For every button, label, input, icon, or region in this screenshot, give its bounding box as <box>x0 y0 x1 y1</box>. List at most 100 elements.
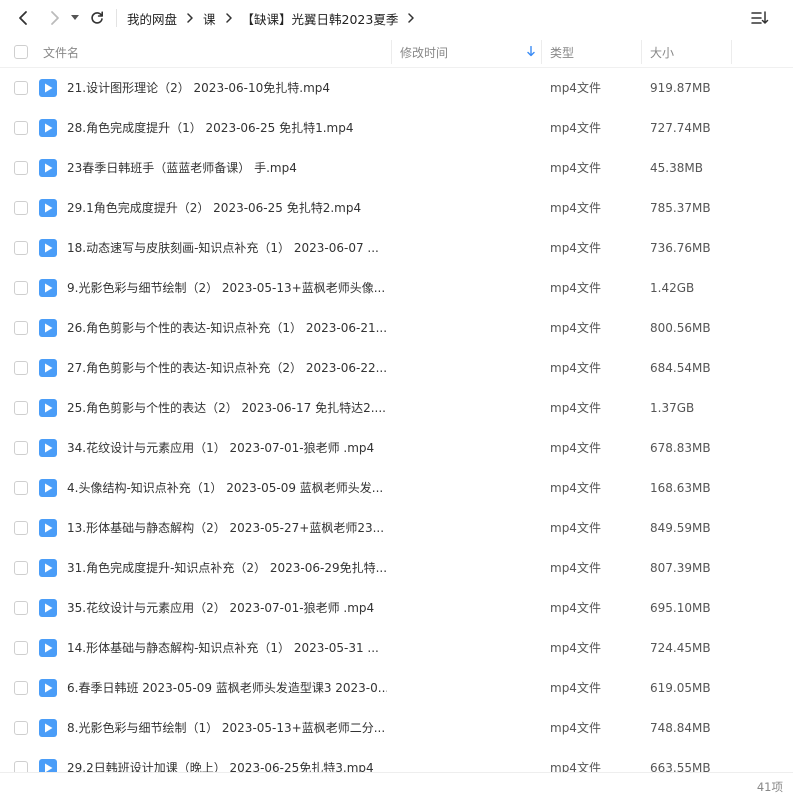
file-row[interactable]: 23春季日韩班手（蓝蓝老师备课） 手.mp4 mp4文件 45.38MB <box>0 148 793 188</box>
forward-button[interactable] <box>44 7 66 29</box>
file-row[interactable]: 13.形体基础与静态解构（2） 2023-05-27+蓝枫老师23... mp4… <box>0 508 793 548</box>
file-name[interactable]: 27.角色剪影与个性的表达-知识点补充（2） 2023-06-22... <box>67 348 387 388</box>
sort-down-arrow-icon <box>527 46 535 57</box>
file-type: mp4文件 <box>550 361 601 375</box>
file-row[interactable]: 9.光影色彩与细节绘制（2） 2023-05-13+蓝枫老师头像... mp4文… <box>0 268 793 308</box>
file-name[interactable]: 13.形体基础与静态解构（2） 2023-05-27+蓝枫老师23... <box>67 508 387 548</box>
file-name[interactable]: 4.头像结构-知识点补充（1） 2023-05-09 蓝枫老师头发... <box>67 468 387 508</box>
column-header-type[interactable]: 类型 <box>550 36 574 68</box>
file-name[interactable]: 21.设计图形理论（2） 2023-06-10免扎特.mp4 <box>67 68 387 108</box>
file-type: mp4文件 <box>550 601 601 615</box>
file-row[interactable]: 18.动态速写与皮肤刻画-知识点补充（1） 2023-06-07 ... mp4… <box>0 228 793 268</box>
breadcrumb-item-root[interactable]: 我的网盘 <box>127 9 177 28</box>
file-type: mp4文件 <box>550 201 601 215</box>
file-name[interactable]: 25.角色剪影与个性的表达（2） 2023-06-17 免扎特达2.... <box>67 388 387 428</box>
status-bar: 41项 <box>0 772 793 800</box>
breadcrumb-item-current[interactable]: 【缺课】光翼日韩2023夏季 <box>242 9 399 28</box>
file-row[interactable]: 26.角色剪影与个性的表达-知识点补充（1） 2023-06-21... mp4… <box>0 308 793 348</box>
file-type: mp4文件 <box>550 721 601 735</box>
video-file-icon <box>39 279 57 297</box>
row-checkbox[interactable] <box>14 81 28 95</box>
row-checkbox[interactable] <box>14 201 28 215</box>
select-all-checkbox[interactable] <box>14 45 28 59</box>
file-row[interactable]: 14.形体基础与静态解构-知识点补充（1） 2023-05-31 ... mp4… <box>0 628 793 668</box>
row-checkbox[interactable] <box>14 761 28 772</box>
file-row[interactable]: 25.角色剪影与个性的表达（2） 2023-06-17 免扎特达2.... mp… <box>0 388 793 428</box>
file-name[interactable]: 29.1角色完成度提升（2） 2023-06-25 免扎特2.mp4 <box>67 188 387 228</box>
row-checkbox[interactable] <box>14 721 28 735</box>
file-row[interactable]: 27.角色剪影与个性的表达-知识点补充（2） 2023-06-22... mp4… <box>0 348 793 388</box>
breadcrumb-item-folder[interactable]: 课 <box>203 9 216 28</box>
row-checkbox[interactable] <box>14 561 28 575</box>
file-row[interactable]: 8.光影色彩与细节绘制（1） 2023-05-13+蓝枫老师二分... mp4文… <box>0 708 793 748</box>
history-dropdown-button[interactable] <box>68 7 82 29</box>
file-name[interactable]: 29.2日韩班设计加课（晚上） 2023-06-25免扎特3.mp4 <box>67 748 387 772</box>
video-file-icon <box>39 79 57 97</box>
chevron-right-icon <box>186 13 194 23</box>
file-type: mp4文件 <box>550 161 601 175</box>
video-file-icon <box>39 159 57 177</box>
row-checkbox[interactable] <box>14 321 28 335</box>
video-file-icon <box>39 719 57 737</box>
file-size: 919.87MB <box>650 81 711 95</box>
file-type: mp4文件 <box>550 281 601 295</box>
row-checkbox[interactable] <box>14 361 28 375</box>
file-row[interactable]: 4.头像结构-知识点补充（1） 2023-05-09 蓝枫老师头发... mp4… <box>0 468 793 508</box>
video-file-icon <box>39 479 57 497</box>
row-checkbox[interactable] <box>14 241 28 255</box>
row-checkbox[interactable] <box>14 521 28 535</box>
file-name[interactable]: 14.形体基础与静态解构-知识点补充（1） 2023-05-31 ... <box>67 628 387 668</box>
file-name[interactable]: 35.花纹设计与元素应用（2） 2023-07-01-狼老师 .mp4 <box>67 588 387 628</box>
sort-order-button[interactable] <box>749 8 771 28</box>
row-checkbox[interactable] <box>14 601 28 615</box>
file-row[interactable]: 35.花纹设计与元素应用（2） 2023-07-01-狼老师 .mp4 mp4文… <box>0 588 793 628</box>
column-header-modified-label: 修改时间 <box>400 45 449 60</box>
file-row[interactable]: 29.1角色完成度提升（2） 2023-06-25 免扎特2.mp4 mp4文件… <box>0 188 793 228</box>
file-name[interactable]: 6.春季日韩班 2023-05-09 蓝枫老师头发造型课3 2023-0... <box>67 668 387 708</box>
file-row[interactable]: 6.春季日韩班 2023-05-09 蓝枫老师头发造型课3 2023-0... … <box>0 668 793 708</box>
select-all-cell <box>14 36 28 68</box>
back-button[interactable] <box>12 7 34 29</box>
row-checkbox[interactable] <box>14 281 28 295</box>
file-name[interactable]: 26.角色剪影与个性的表达-知识点补充（1） 2023-06-21... <box>67 308 387 348</box>
file-name[interactable]: 23春季日韩班手（蓝蓝老师备课） 手.mp4 <box>67 148 387 188</box>
refresh-button[interactable] <box>86 7 108 29</box>
file-name[interactable]: 28.角色完成度提升（1） 2023-06-25 免扎特1.mp4 <box>67 108 387 148</box>
refresh-icon <box>91 11 103 24</box>
file-row[interactable]: 21.设计图形理论（2） 2023-06-10免扎特.mp4 mp4文件 919… <box>0 68 793 108</box>
breadcrumb: 我的网盘 课 【缺课】光翼日韩2023夏季 <box>127 9 424 28</box>
chevron-right-icon <box>407 13 415 23</box>
file-size: 800.56MB <box>650 321 711 335</box>
row-checkbox[interactable] <box>14 641 28 655</box>
file-name[interactable]: 9.光影色彩与细节绘制（2） 2023-05-13+蓝枫老师头像... <box>67 268 387 308</box>
file-size: 684.54MB <box>650 361 711 375</box>
row-checkbox[interactable] <box>14 401 28 415</box>
file-row[interactable]: 31.角色完成度提升-知识点补充（2） 2023-06-29免扎特... mp4… <box>0 548 793 588</box>
file-name[interactable]: 8.光影色彩与细节绘制（1） 2023-05-13+蓝枫老师二分... <box>67 708 387 748</box>
file-row[interactable]: 29.2日韩班设计加课（晚上） 2023-06-25免扎特3.mp4 mp4文件… <box>0 748 793 772</box>
row-checkbox[interactable] <box>14 161 28 175</box>
file-size: 724.45MB <box>650 641 711 655</box>
row-checkbox[interactable] <box>14 441 28 455</box>
file-type: mp4文件 <box>550 241 601 255</box>
row-checkbox[interactable] <box>14 681 28 695</box>
file-name[interactable]: 18.动态速写与皮肤刻画-知识点补充（1） 2023-06-07 ... <box>67 228 387 268</box>
row-checkbox[interactable] <box>14 481 28 495</box>
column-header-size[interactable]: 大小 <box>650 36 674 68</box>
column-divider <box>641 40 642 64</box>
file-row[interactable]: 28.角色完成度提升（1） 2023-06-25 免扎特1.mp4 mp4文件 … <box>0 108 793 148</box>
column-divider <box>541 40 542 64</box>
file-name[interactable]: 31.角色完成度提升-知识点补充（2） 2023-06-29免扎特... <box>67 548 387 588</box>
file-type: mp4文件 <box>550 321 601 335</box>
row-checkbox[interactable] <box>14 121 28 135</box>
column-header-modified[interactable]: 修改时间 <box>400 36 540 68</box>
caret-down-icon <box>71 15 79 20</box>
file-row[interactable]: 34.花纹设计与元素应用（1） 2023-07-01-狼老师 .mp4 mp4文… <box>0 428 793 468</box>
file-type: mp4文件 <box>550 521 601 535</box>
chevron-right-icon <box>51 11 59 25</box>
video-file-icon <box>39 639 57 657</box>
file-size: 619.05MB <box>650 681 711 695</box>
column-header-name[interactable]: 文件名 <box>43 36 79 68</box>
sort-list-icon <box>751 11 769 24</box>
file-name[interactable]: 34.花纹设计与元素应用（1） 2023-07-01-狼老师 .mp4 <box>67 428 387 468</box>
